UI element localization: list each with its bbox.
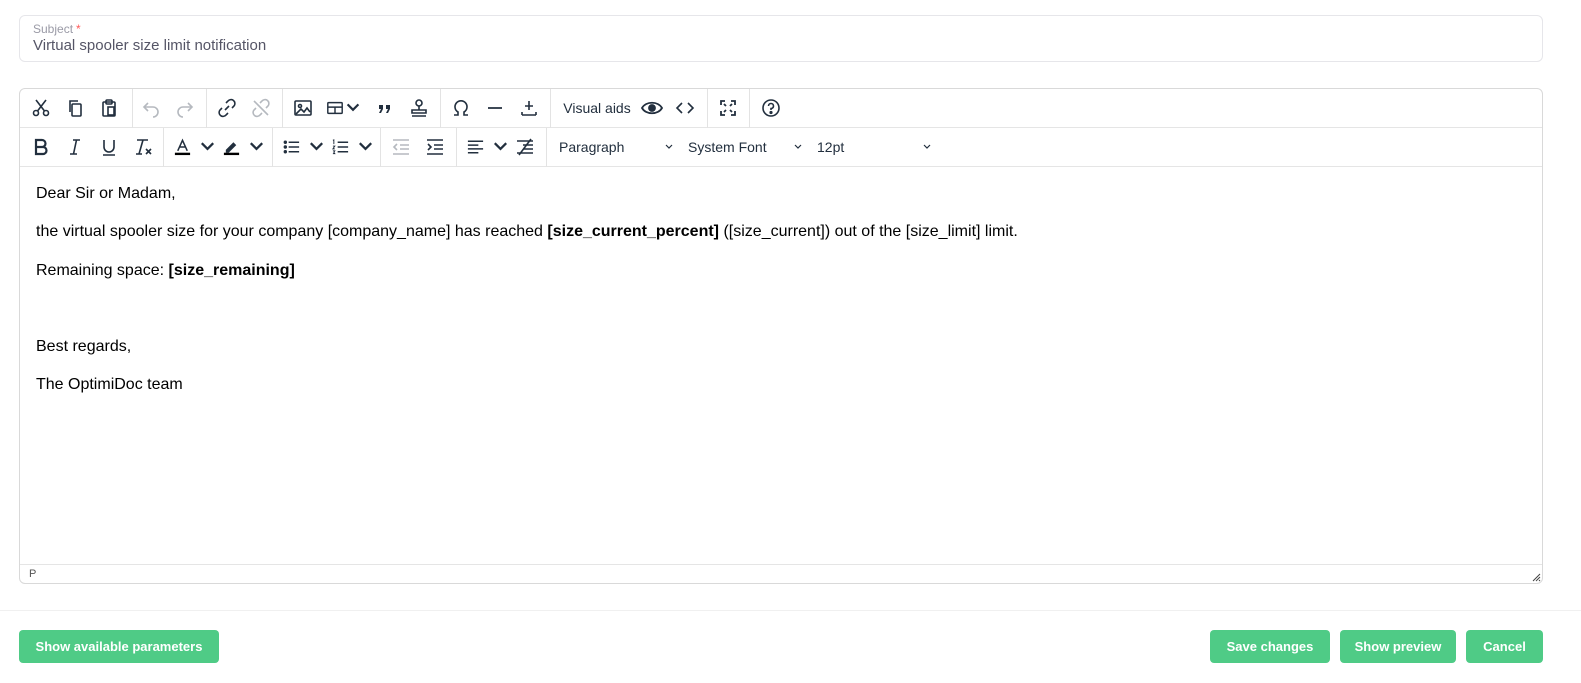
placeholder-size-remaining: [size_remaining]: [168, 262, 295, 279]
table-icon[interactable]: [326, 94, 362, 122]
body-text-end: ([size_current]) out of the [size_limit]…: [723, 223, 1018, 240]
outdent-icon[interactable]: [390, 133, 412, 161]
blockquote-icon[interactable]: [374, 94, 396, 122]
subject-input[interactable]: Virtual spooler size limit notification: [33, 37, 266, 54]
footer-divider: [0, 610, 1581, 611]
resize-handle-icon[interactable]: [1531, 572, 1541, 582]
undo-icon[interactable]: [140, 94, 162, 122]
copy-icon[interactable]: [64, 94, 86, 122]
horizontal-rule-icon[interactable]: [484, 94, 506, 122]
font-select[interactable]: System Font: [688, 133, 803, 161]
bold-icon[interactable]: [30, 133, 52, 161]
rich-text-editor: Visual aids Paragraph System Font 12pt D…: [19, 88, 1543, 584]
remaining-paragraph: Remaining space: [size_remaining]: [36, 262, 295, 280]
toolbar-separator: [380, 128, 381, 167]
link-icon[interactable]: [216, 94, 238, 122]
placeholder-size-current-percent: [size_current_percent]: [547, 223, 720, 240]
eye-icon[interactable]: [640, 94, 664, 122]
special-char-icon[interactable]: [450, 94, 472, 122]
cancel-button[interactable]: Cancel: [1466, 630, 1543, 663]
image-icon[interactable]: [292, 94, 314, 122]
toolbar-separator: [132, 89, 133, 128]
toolbar-separator: [272, 128, 273, 167]
paste-icon[interactable]: [98, 94, 120, 122]
toolbar-separator: [163, 128, 164, 167]
unlink-icon[interactable]: [250, 94, 272, 122]
cut-icon[interactable]: [30, 94, 52, 122]
clear-format-icon[interactable]: [132, 133, 154, 161]
chevron-down-icon: [794, 144, 802, 149]
toolbar-separator: [749, 89, 750, 128]
chevron-down-icon: [665, 144, 673, 149]
stamp-icon[interactable]: [408, 94, 430, 122]
font-size-select[interactable]: 12pt: [817, 133, 932, 161]
show-preview-button[interactable]: Show preview: [1340, 630, 1456, 663]
font-size-value: 12pt: [817, 139, 845, 155]
body-paragraph: the virtual spooler size for your compan…: [36, 223, 1018, 241]
text-color-icon[interactable]: [173, 133, 217, 161]
save-button[interactable]: Save changes: [1210, 630, 1330, 663]
remaining-label: Remaining space:: [36, 262, 165, 279]
insert-icon[interactable]: [518, 94, 540, 122]
redo-icon[interactable]: [174, 94, 196, 122]
closing-paragraph: Best regards,: [36, 338, 132, 355]
numbered-list-icon[interactable]: [331, 133, 375, 161]
toolbar-separator: [456, 128, 457, 167]
subject-label-text: Subject: [33, 22, 74, 36]
subject-label: Subject *: [33, 22, 81, 36]
line-height-icon[interactable]: [514, 133, 536, 161]
font-select-value: System Font: [688, 139, 767, 155]
highlight-icon[interactable]: [222, 133, 266, 161]
element-path[interactable]: P: [29, 568, 36, 580]
code-icon[interactable]: [674, 94, 696, 122]
greeting-paragraph: Dear Sir or Madam,: [36, 185, 176, 202]
required-mark: *: [76, 22, 81, 36]
chevron-down-icon: [346, 103, 360, 112]
body-text: the virtual spooler size for your compan…: [36, 223, 543, 240]
toolbar-row-1: Visual aids: [20, 89, 1542, 128]
fullscreen-icon[interactable]: [717, 94, 739, 122]
align-left-icon[interactable]: [466, 133, 510, 161]
subject-field[interactable]: Subject * Virtual spooler size limit noti…: [19, 15, 1543, 62]
format-select-value: Paragraph: [559, 139, 625, 155]
signature-paragraph: The OptimiDoc team: [36, 376, 183, 393]
format-select[interactable]: Paragraph: [559, 133, 674, 161]
italic-icon[interactable]: [64, 133, 86, 161]
toolbar-row-2: Paragraph System Font 12pt: [20, 128, 1542, 167]
chevron-down-icon: [923, 144, 931, 149]
visual-aids-button[interactable]: Visual aids: [562, 94, 632, 122]
indent-icon[interactable]: [424, 133, 446, 161]
help-icon[interactable]: [760, 94, 782, 122]
toolbar-separator: [546, 128, 547, 167]
toolbar-separator: [206, 89, 207, 128]
toolbar-separator: [707, 89, 708, 128]
toolbar-separator: [282, 89, 283, 128]
toolbar-separator: [440, 89, 441, 128]
visual-aids-label: Visual aids: [563, 100, 631, 116]
editor-content[interactable]: Dear Sir or Madam, the virtual spooler s…: [20, 167, 1542, 565]
show-parameters-button[interactable]: Show available parameters: [19, 630, 219, 663]
toolbar-separator: [550, 89, 551, 128]
underline-icon[interactable]: [98, 133, 120, 161]
bullet-list-icon[interactable]: [282, 133, 326, 161]
editor-statusbar: P: [20, 564, 1542, 583]
